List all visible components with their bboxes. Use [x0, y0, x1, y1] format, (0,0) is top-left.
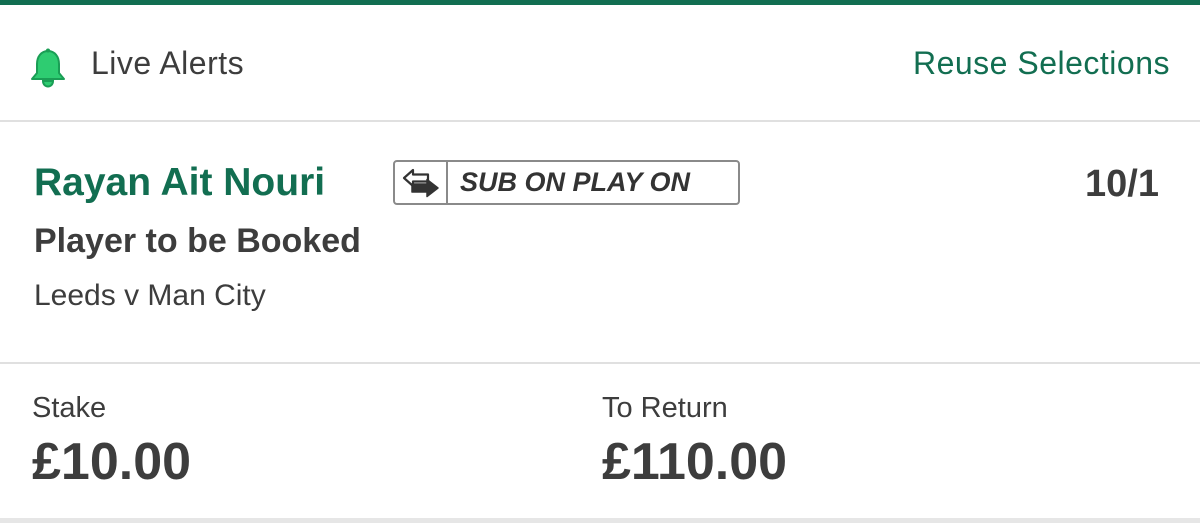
bet-selection-card: Rayan Ait Nouri SUB ON PLAY ON 10/1 Play… [0, 124, 1200, 364]
bell-icon[interactable] [29, 48, 67, 88]
stake-value: £10.00 [32, 433, 192, 491]
to-return-label: To Return [602, 392, 728, 424]
live-alerts-label[interactable]: Live Alerts [91, 45, 244, 82]
event-name: Leeds v Man City [34, 279, 266, 312]
stake-summary: Stake £10.00 To Return £110.00 [0, 366, 1200, 523]
stake-label: Stake [32, 392, 107, 424]
reuse-selections-button[interactable]: Reuse Selections [913, 45, 1170, 82]
swap-arrows-icon [395, 162, 448, 203]
sub-on-play-on-badge: SUB ON PLAY ON [393, 160, 740, 205]
market-name: Player to be Booked [34, 222, 361, 260]
bottom-rule [0, 518, 1200, 523]
to-return-value: £110.00 [602, 433, 788, 491]
bet-header: Live Alerts Reuse Selections [0, 5, 1200, 122]
odds-value: 10/1 [1085, 163, 1159, 205]
player-name: Rayan Ait Nouri [34, 161, 326, 204]
sub-badge-label: SUB ON PLAY ON [460, 167, 691, 197]
